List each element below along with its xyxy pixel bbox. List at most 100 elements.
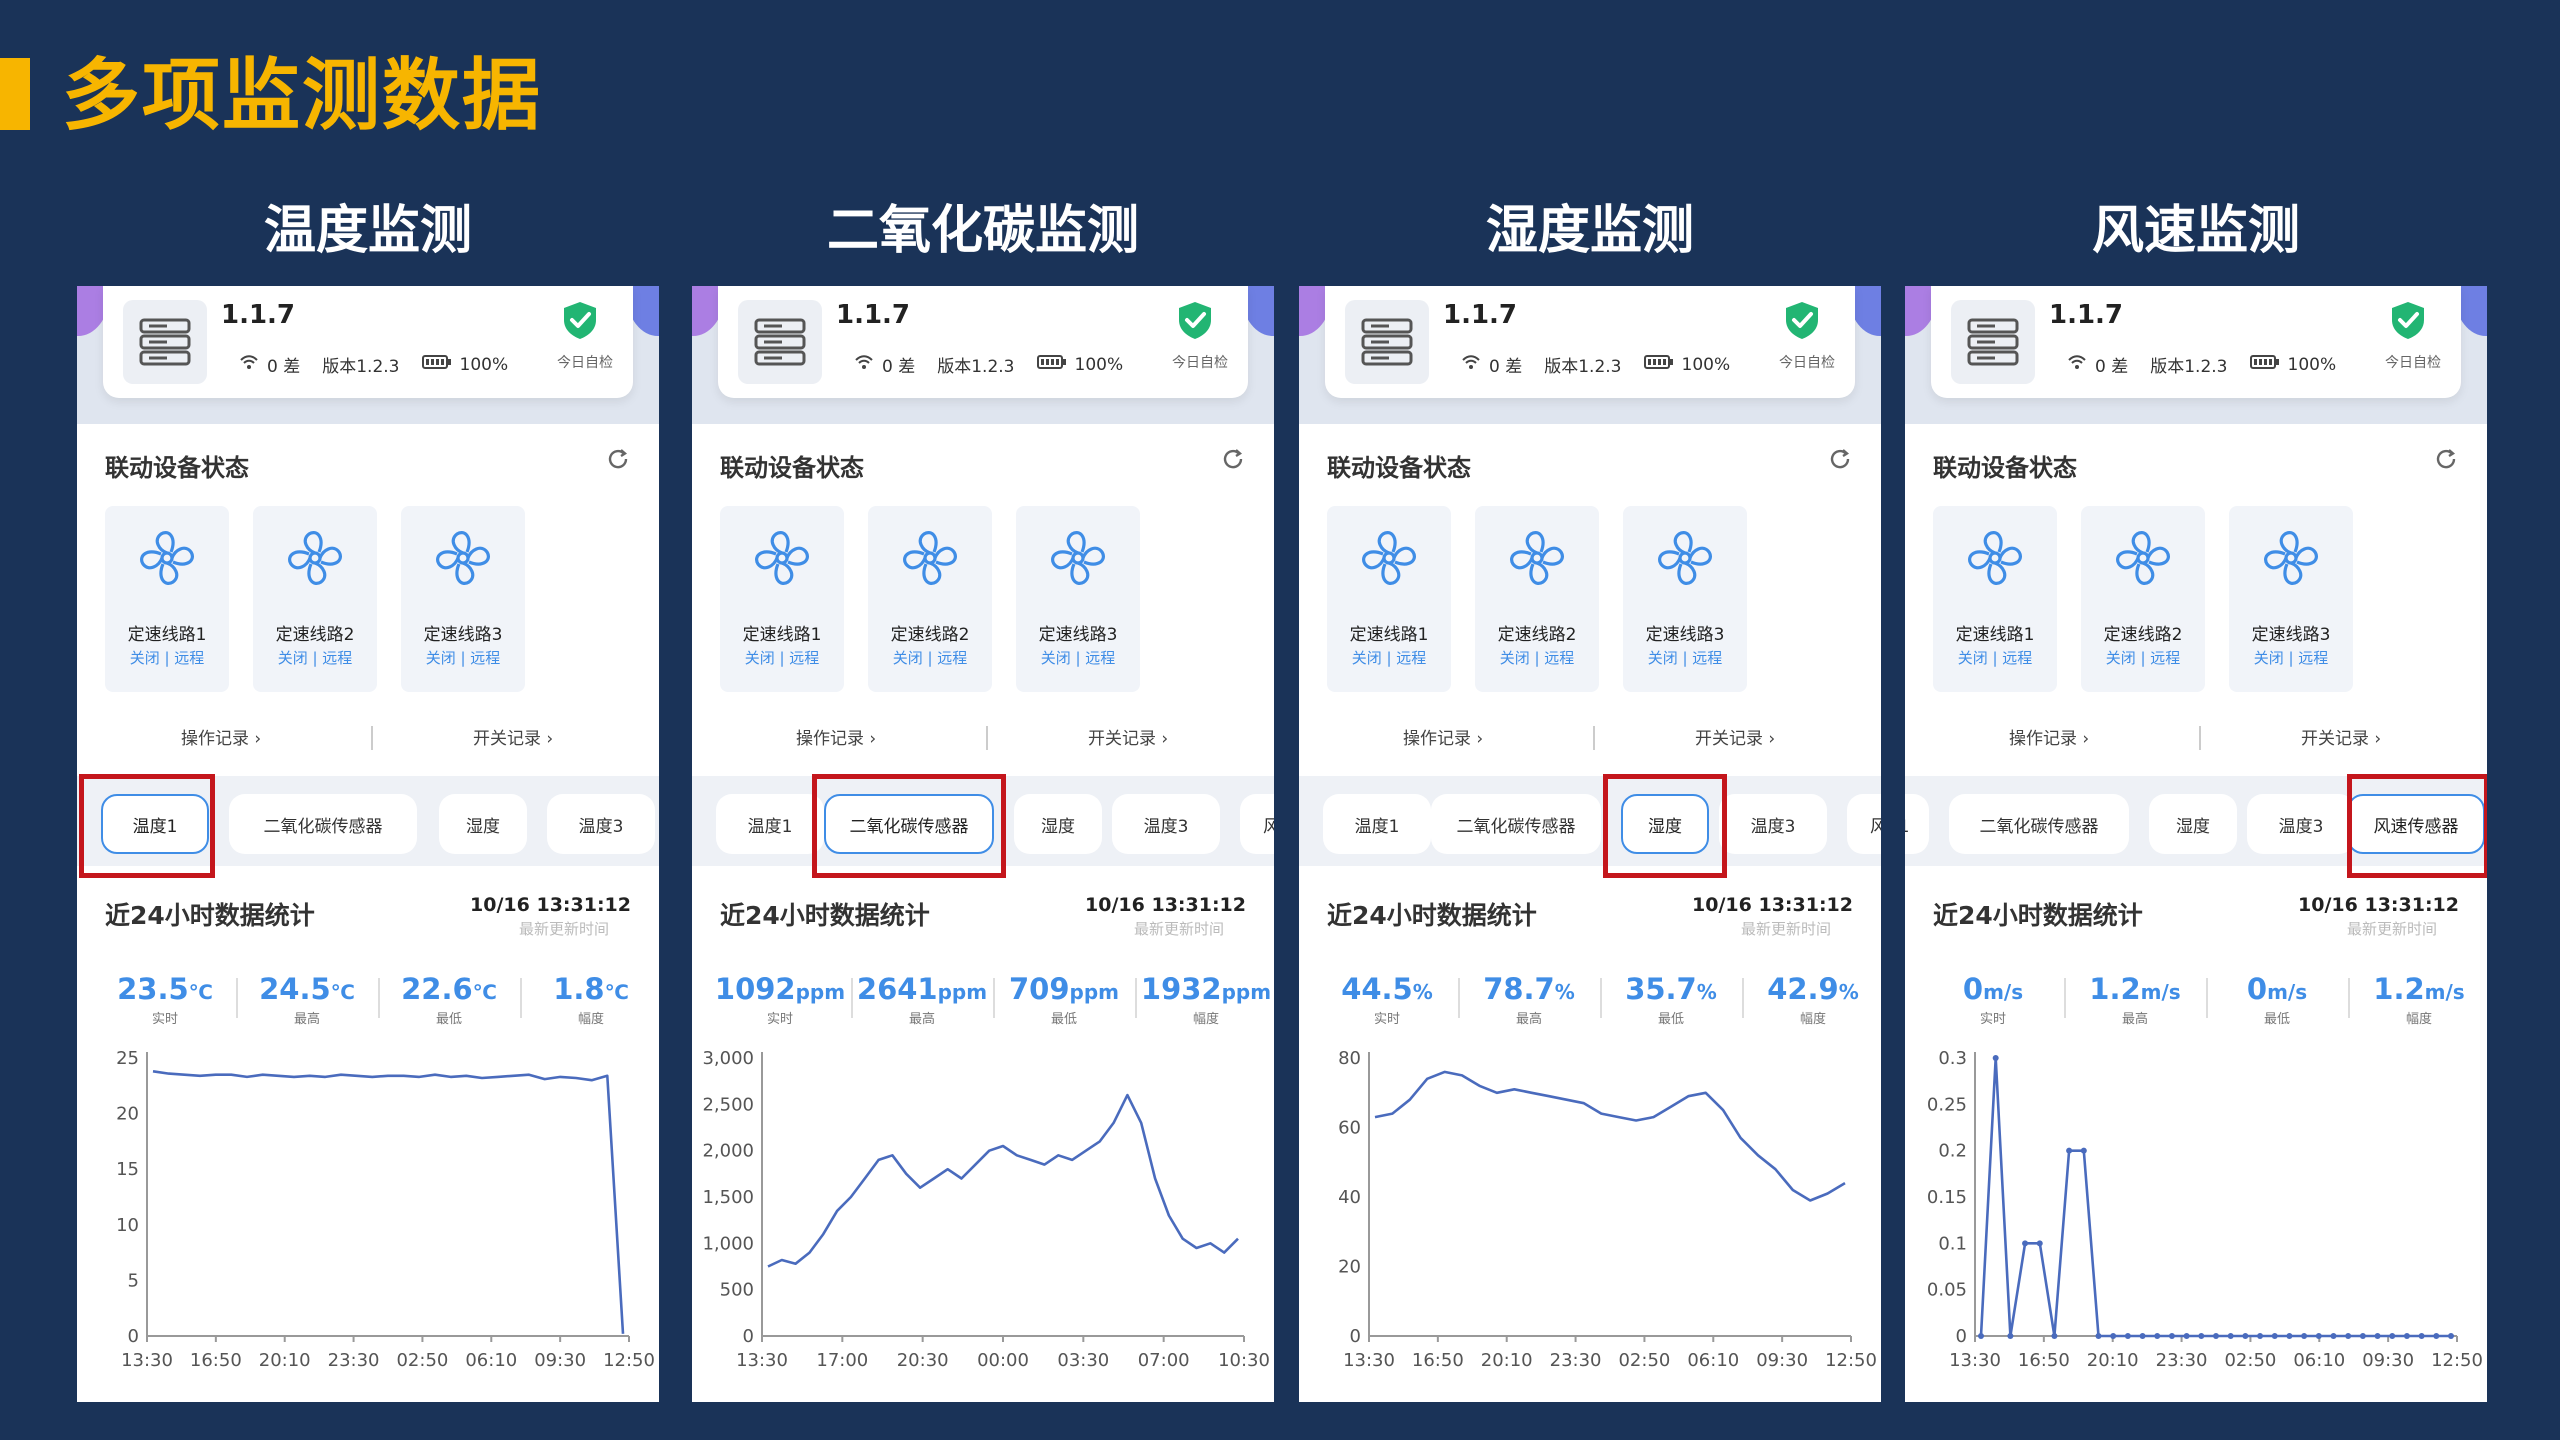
sensor-tab[interactable]: 温度1 bbox=[1323, 794, 1431, 854]
sensor-tab[interactable]: 湿度 bbox=[1014, 794, 1102, 854]
operation-record-link[interactable]: 操作记录 › bbox=[2009, 724, 2089, 749]
kpi-item: 709ppm 最低 bbox=[994, 972, 1134, 1027]
device-tile[interactable]: 定速线路3 关闭 | 远程 bbox=[1623, 506, 1747, 692]
refresh-icon[interactable] bbox=[605, 446, 631, 472]
refresh-icon[interactable] bbox=[2433, 446, 2459, 472]
sensor-tab[interactable]: 湿度 bbox=[439, 794, 527, 854]
highlight-box bbox=[812, 774, 1006, 878]
kpi-value: 42.9% bbox=[1743, 972, 1881, 1006]
sensor-tab[interactable]: 温度3 bbox=[2247, 794, 2355, 854]
sensor-tab[interactable]: 风速 bbox=[1240, 794, 1274, 854]
records-row: 操作记录 › 开关记录 › bbox=[1299, 724, 1881, 760]
switch-record-link[interactable]: 开关记录 › bbox=[2301, 724, 2381, 749]
device-tile[interactable]: 定速线路1 关闭 | 远程 bbox=[1327, 506, 1451, 692]
kpi-unit: ppm bbox=[937, 980, 988, 1004]
linked-devices-title: 联动设备状态 bbox=[105, 454, 249, 482]
device-tile[interactable]: 定速线路2 关闭 | 远程 bbox=[1475, 506, 1599, 692]
device-tile[interactable]: 定速线路1 关闭 | 远程 bbox=[720, 506, 844, 692]
sensor-tab[interactable]: 二氧化碳传感器 bbox=[1431, 794, 1601, 854]
kpi-unit: ℃ bbox=[188, 980, 213, 1004]
x-tick-label: 16:50 bbox=[2018, 1350, 2070, 1371]
device-tile[interactable]: 定速线路3 关闭 | 远程 bbox=[2229, 506, 2353, 692]
kpi-value: 44.5% bbox=[1317, 972, 1457, 1006]
device-tile[interactable]: 定速线路1 关闭 | 远程 bbox=[105, 506, 229, 692]
device-info-card[interactable]: 1.1.7 0 差 版本1.2.3 100% 今日自检 bbox=[1931, 286, 2461, 398]
operation-record-link[interactable]: 操作记录 › bbox=[1403, 724, 1483, 749]
device-name: 定速线路1 bbox=[1955, 625, 2035, 645]
x-tick-label: 09:30 bbox=[534, 1350, 586, 1371]
data-point bbox=[2007, 1333, 2014, 1339]
column-heading: 风速监测 bbox=[2091, 201, 2300, 261]
switch-record-link[interactable]: 开关记录 › bbox=[1088, 724, 1168, 749]
data-point bbox=[2345, 1333, 2352, 1339]
linked-devices-title: 联动设备状态 bbox=[720, 454, 864, 482]
device-tile[interactable]: 定速线路2 关闭 | 远程 bbox=[253, 506, 377, 692]
device-info-card[interactable]: 1.1.7 0 差 版本1.2.3 100% 今日自检 bbox=[718, 286, 1248, 398]
operation-record-link[interactable]: 操作记录 › bbox=[181, 724, 261, 749]
y-tick-label: 0.2 bbox=[1938, 1141, 1967, 1162]
kpi-unit: m/s bbox=[1983, 980, 2024, 1004]
kpi-label: 实时 bbox=[1373, 1012, 1400, 1027]
fan-icon bbox=[1048, 528, 1108, 592]
kpi-number: 42.9 bbox=[1767, 972, 1839, 1006]
kpi-item: 1.2m/s 最高 bbox=[2065, 972, 2205, 1027]
y-tick-label: 0 bbox=[743, 1326, 754, 1347]
device-tile[interactable]: 定速线路1 关闭 | 远程 bbox=[1933, 506, 2057, 692]
kpi-label: 实时 bbox=[151, 1012, 178, 1027]
kpi-row: 1092ppm 实时 2641ppm 最高 709ppm 最低 1932ppm 幅度 bbox=[692, 972, 1274, 1032]
data-point bbox=[2271, 1333, 2278, 1339]
records-row: 操作记录 › 开关记录 › bbox=[77, 724, 659, 760]
sensor-tab[interactable]: 温度3 bbox=[547, 794, 655, 854]
device-list: 定速线路1 关闭 | 远程 定速线路2 关闭 | 远程 定速线路3 关闭 | 远程 bbox=[1327, 506, 1747, 692]
switch-record-link[interactable]: 开关记录 › bbox=[1695, 724, 1775, 749]
data-point bbox=[2389, 1333, 2396, 1339]
sensor-tab[interactable]: 湿度 bbox=[2149, 794, 2237, 854]
sensor-tab[interactable]: 二氧化碳传感器 bbox=[1949, 794, 2129, 854]
column-heading: 温度监测 bbox=[263, 201, 472, 261]
x-tick-label: 02:50 bbox=[2224, 1350, 2276, 1371]
kpi-label: 幅度 bbox=[577, 1012, 604, 1027]
device-tile[interactable]: 定速线路3 关闭 | 远程 bbox=[401, 506, 525, 692]
x-tick-label: 13:30 bbox=[1343, 1350, 1395, 1371]
stats-timestamp: 10/16 13:31:12 bbox=[1692, 894, 1853, 916]
sensor-tab[interactable]: 风速 bbox=[1847, 794, 1881, 854]
refresh-icon[interactable] bbox=[1827, 446, 1853, 472]
shield-check-icon bbox=[1176, 300, 1214, 340]
wifi-icon bbox=[239, 354, 259, 375]
y-tick-label: 5 bbox=[128, 1270, 139, 1291]
x-tick-label: 16:50 bbox=[1412, 1350, 1464, 1371]
sensor-tab[interactable]: 温度1 bbox=[716, 794, 824, 854]
switch-record-link[interactable]: 开关记录 › bbox=[473, 724, 553, 749]
operation-record-link[interactable]: 操作记录 › bbox=[796, 724, 876, 749]
kpi-value: 0m/s bbox=[1923, 972, 2063, 1006]
device-name: 定速线路3 bbox=[1038, 625, 1118, 645]
stats-title: 近24小时数据统计 bbox=[720, 901, 930, 930]
device-tile[interactable]: 定速线路3 关闭 | 远程 bbox=[1016, 506, 1140, 692]
kpi-number: 35.7 bbox=[1625, 972, 1697, 1006]
kpi-item: 1092ppm 实时 bbox=[710, 972, 850, 1027]
kpi-number: 0 bbox=[2246, 972, 2268, 1006]
kpi-item: 0m/s 最低 bbox=[2207, 972, 2347, 1027]
device-info-card[interactable]: 1.1.7 0 差 版本1.2.3 100% 今日自检 bbox=[103, 286, 633, 398]
self-check-label: 今日自检 bbox=[2385, 355, 2441, 371]
sensor-tab[interactable]: 温度1 bbox=[1905, 794, 1929, 854]
device-status: 关闭 | 远程 bbox=[425, 649, 501, 667]
device-tile[interactable]: 定速线路2 关闭 | 远程 bbox=[2081, 506, 2205, 692]
line-chart: 0 500 1,000 1,500 2,000 2,500 3,000 13:30 17:00 2… bbox=[702, 1048, 1269, 1371]
refresh-icon[interactable] bbox=[1220, 446, 1246, 472]
sensor-tab[interactable]: 温度3 bbox=[1112, 794, 1220, 854]
x-tick-label: 13:30 bbox=[1949, 1350, 2001, 1371]
device-info-card[interactable]: 1.1.7 0 差 版本1.2.3 100% 今日自检 bbox=[1325, 286, 1855, 398]
x-tick-label: 06:10 bbox=[465, 1350, 517, 1371]
device-version: 1.1.7 bbox=[1443, 300, 1518, 330]
x-tick-label: 16:50 bbox=[190, 1350, 242, 1371]
sensor-tab[interactable]: 温度3 bbox=[1719, 794, 1827, 854]
kpi-item: 35.7% 最低 bbox=[1601, 972, 1741, 1027]
kpi-unit: % bbox=[1696, 980, 1717, 1004]
kpi-value: 23.5℃ bbox=[95, 972, 235, 1006]
shield-check-icon bbox=[2389, 300, 2427, 340]
device-tile[interactable]: 定速线路2 关闭 | 远程 bbox=[868, 506, 992, 692]
kpi-unit: m/s bbox=[2140, 980, 2181, 1004]
stats-title: 近24小时数据统计 bbox=[1933, 901, 2143, 930]
sensor-tab[interactable]: 二氧化碳传感器 bbox=[229, 794, 417, 854]
